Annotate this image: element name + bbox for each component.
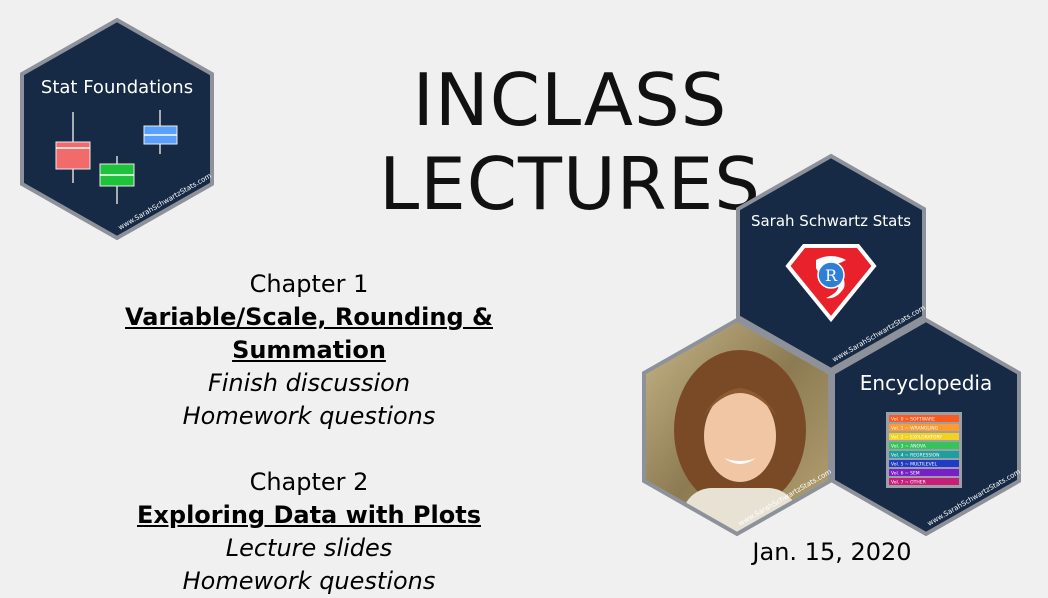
badge-title: Stat Foundations: [41, 77, 193, 98]
badge-title: Sarah Schwartz Stats: [751, 212, 911, 230]
chapter-list: Chapter 1 Variable/Scale, Rounding & Sum…: [70, 268, 548, 598]
slide: INCLASS LECTURES Stat Foundations www.Sa…: [0, 0, 1048, 595]
photo-badge: www.SarahSchwartzStats.com: [642, 317, 833, 537]
badge-title: Encyclopedia: [860, 371, 992, 395]
lecture-date: Jan. 15, 2020: [752, 538, 912, 566]
chapter-2-label: Chapter 2: [249, 468, 369, 496]
volume-label: Vol. 6 ~ SEM: [891, 471, 920, 477]
encyclopedia-badge: Encyclopedia Vol. 0 ~ SOFTWARE Vol. 1 ~ W…: [831, 317, 1022, 537]
volume-label: Vol. 2 ~ EXPLORATORY: [891, 435, 942, 441]
boxplot-box-red: [55, 141, 91, 170]
stat-foundations-badge: Stat Foundations www.SarahSchwartzStats.…: [20, 17, 214, 241]
chapter-1-item: Homework questions: [182, 402, 436, 430]
r-logo-letter: R: [825, 266, 838, 285]
volume-label: Vol. 1 ~ WRANGLING: [891, 426, 939, 432]
portrait-photo: [646, 322, 828, 532]
volume-label: Vol. 0 ~ SOFTWARE: [891, 417, 935, 423]
chapter-1-label: Chapter 1: [249, 270, 369, 298]
chapter-1-item: Finish discussion: [207, 369, 411, 397]
volume-label: Vol. 3 ~ ANOVA: [891, 444, 927, 450]
chapter-2-topic: Exploring Data with Plots: [137, 501, 481, 529]
volume-label: Vol. 7 ~ OTHER: [891, 480, 926, 486]
volume-label: Vol. 4 ~ REGRESSION: [891, 453, 939, 459]
chapter-2-item: Homework questions: [182, 567, 436, 595]
book-spines: [886, 412, 962, 488]
chapter-2-item: Lecture slides: [225, 534, 393, 562]
hex-shape: [20, 17, 214, 241]
volume-label: Vol. 5 ~ MULTILEVEL: [891, 462, 937, 468]
chapter-1-topic: Variable/Scale, Rounding & Summation: [125, 303, 493, 364]
